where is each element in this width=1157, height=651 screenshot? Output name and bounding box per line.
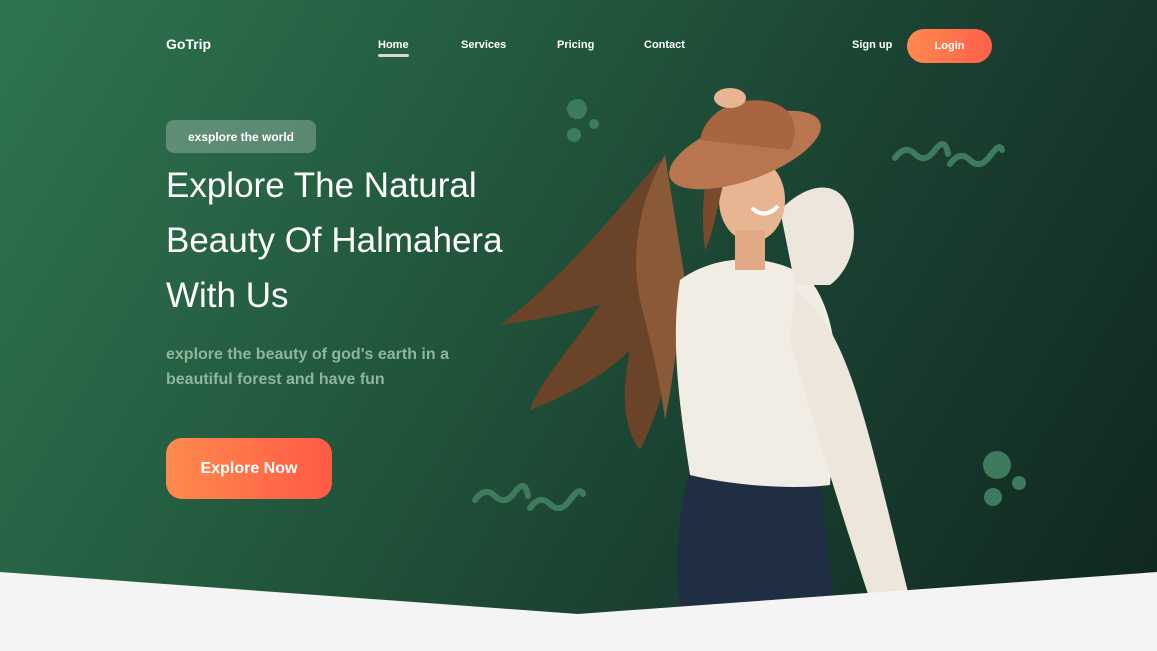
hero-headline: Explore The Natural Beauty Of Halmahera … — [166, 158, 586, 323]
nav-pricing[interactable]: Pricing — [557, 39, 594, 51]
nav-home[interactable]: Home — [378, 39, 409, 57]
login-button[interactable]: Login — [907, 29, 992, 63]
bottom-wave — [0, 572, 1157, 651]
nav-contact[interactable]: Contact — [644, 39, 685, 51]
explore-now-button[interactable]: Explore Now — [166, 438, 332, 499]
subtext-line-2: beautiful forest and have fun — [166, 371, 385, 388]
hero-tag: exsplore the world — [166, 120, 316, 153]
headline-line-2: Beauty Of Halmahera — [166, 221, 503, 260]
headline-line-1: Explore The Natural — [166, 166, 477, 205]
nav-services[interactable]: Services — [461, 39, 506, 51]
headline-line-3: With Us — [166, 276, 289, 315]
hero-subtext: explore the beauty of god's earth in a b… — [166, 342, 506, 392]
signup-link[interactable]: Sign up — [852, 39, 892, 51]
subtext-line-1: explore the beauty of god's earth in a — [166, 346, 449, 363]
